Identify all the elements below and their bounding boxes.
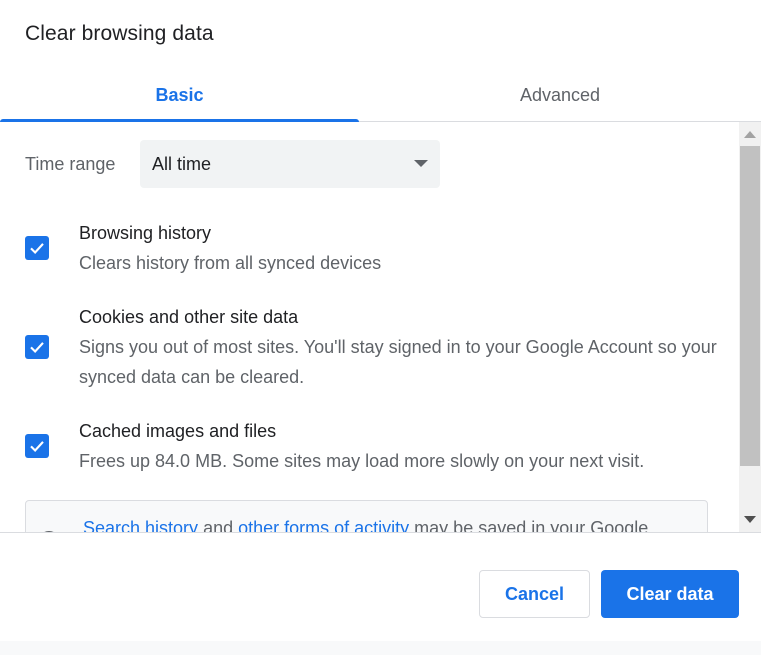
tab-bar: Basic Advanced [0,70,761,122]
option-title: Browsing history [79,223,212,243]
option-text: Cookies and other site data Signs you ou… [79,306,719,392]
option-cookies: Cookies and other site data Signs you ou… [25,306,717,396]
cancel-button[interactable]: Cancel [479,570,590,618]
vertical-scrollbar[interactable] [739,122,761,532]
info-text: Search history and other forms of activi… [83,518,703,533]
clear-data-button[interactable]: Clear data [601,570,739,618]
dialog-title: Clear browsing data [25,22,214,45]
other-activity-link[interactable]: other forms of activity [238,518,409,532]
cookies-checkbox[interactable] [25,335,49,359]
tab-basic[interactable]: Basic [0,70,359,121]
option-description: Signs you out of most sites. You'll stay… [79,337,717,387]
scroll-down-arrow-icon[interactable] [744,516,756,523]
tab-advanced[interactable]: Advanced [359,70,761,121]
browsing-history-checkbox[interactable] [25,236,49,260]
time-range-row: Time range All time [25,140,440,188]
option-description: Clears history from all synced devices [79,253,382,273]
google-activity-info-box: Search history and other forms of activi… [25,500,708,533]
settings-scroll-area[interactable]: Time range All time Browsing history Cle… [0,122,761,533]
scrollbar-thumb[interactable] [740,146,760,466]
option-browsing-history: Browsing history Clears history from all… [25,222,715,282]
search-history-link[interactable]: Search history [83,518,198,532]
option-description: Frees up 84.0 MB. Some sites may load mo… [79,451,645,471]
option-text: Cached images and files Frees up 84.0 MB… [79,420,719,476]
checkmark-icon [30,342,44,354]
dropdown-arrow-icon [414,160,428,167]
option-cached-images: Cached images and files Frees up 84.0 MB… [25,420,715,480]
option-title: Cookies and other site data [79,307,299,327]
checkmark-icon [30,243,44,255]
time-range-value: All time [152,153,212,174]
option-text: Browsing history Clears history from all… [79,222,719,278]
bottom-strip [0,641,761,655]
cached-images-checkbox[interactable] [25,434,49,458]
scroll-up-arrow-icon[interactable] [744,131,756,138]
time-range-select[interactable]: All time [140,140,440,188]
clear-browsing-data-dialog: Clear browsing data Basic Advanced Time … [0,0,761,655]
time-range-label: Time range [25,153,116,174]
option-title: Cached images and files [79,421,277,441]
checkmark-icon [30,441,44,453]
info-text-segment: may be saved in your Google [409,518,649,533]
dialog-footer: Cancel Clear data [0,533,761,641]
info-text-segment: and [198,518,239,533]
